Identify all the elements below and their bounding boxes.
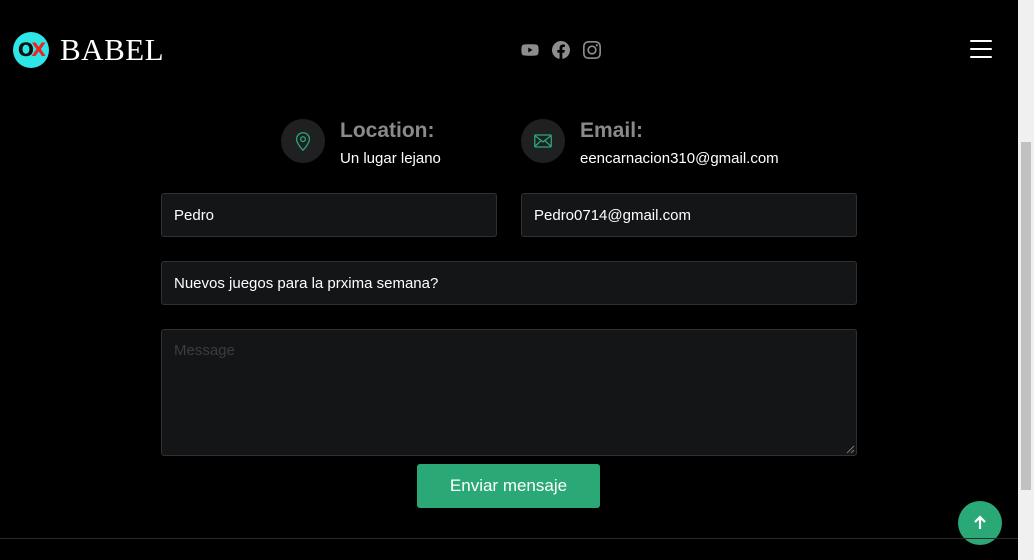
scrollbar[interactable] (1018, 0, 1034, 560)
scrollbar-thumb[interactable] (1021, 142, 1031, 490)
subject-input[interactable] (161, 261, 857, 305)
logo[interactable]: OX BABEL (13, 32, 164, 68)
instagram-icon[interactable] (583, 41, 601, 59)
send-message-button[interactable]: Enviar mensaje (417, 464, 600, 508)
email-value[interactable]: eencarnacion310@gmail.com (580, 150, 779, 167)
message-textarea[interactable] (161, 329, 857, 456)
location-info: Location: Un lugar lejano (281, 119, 441, 167)
location-title: Location: (340, 119, 435, 142)
location-value: Un lugar lejano (340, 150, 441, 167)
email-input[interactable] (521, 193, 857, 237)
envelope-icon (521, 119, 565, 163)
facebook-icon[interactable] (552, 41, 570, 59)
email-title: Email: (580, 119, 644, 142)
map-pin-icon (281, 119, 325, 163)
logo-badge: OX (13, 32, 49, 68)
name-input[interactable] (161, 193, 497, 237)
footer-divider (0, 538, 1018, 539)
email-info: Email: eencarnacion310@gmail.com (521, 119, 779, 167)
social-links (521, 41, 601, 59)
logo-text: BABEL (60, 32, 165, 67)
hamburger-menu-icon[interactable] (970, 40, 992, 60)
resize-grip-icon[interactable] (846, 445, 855, 454)
youtube-icon[interactable] (521, 41, 539, 59)
logo-badge-text: OX (17, 39, 46, 61)
